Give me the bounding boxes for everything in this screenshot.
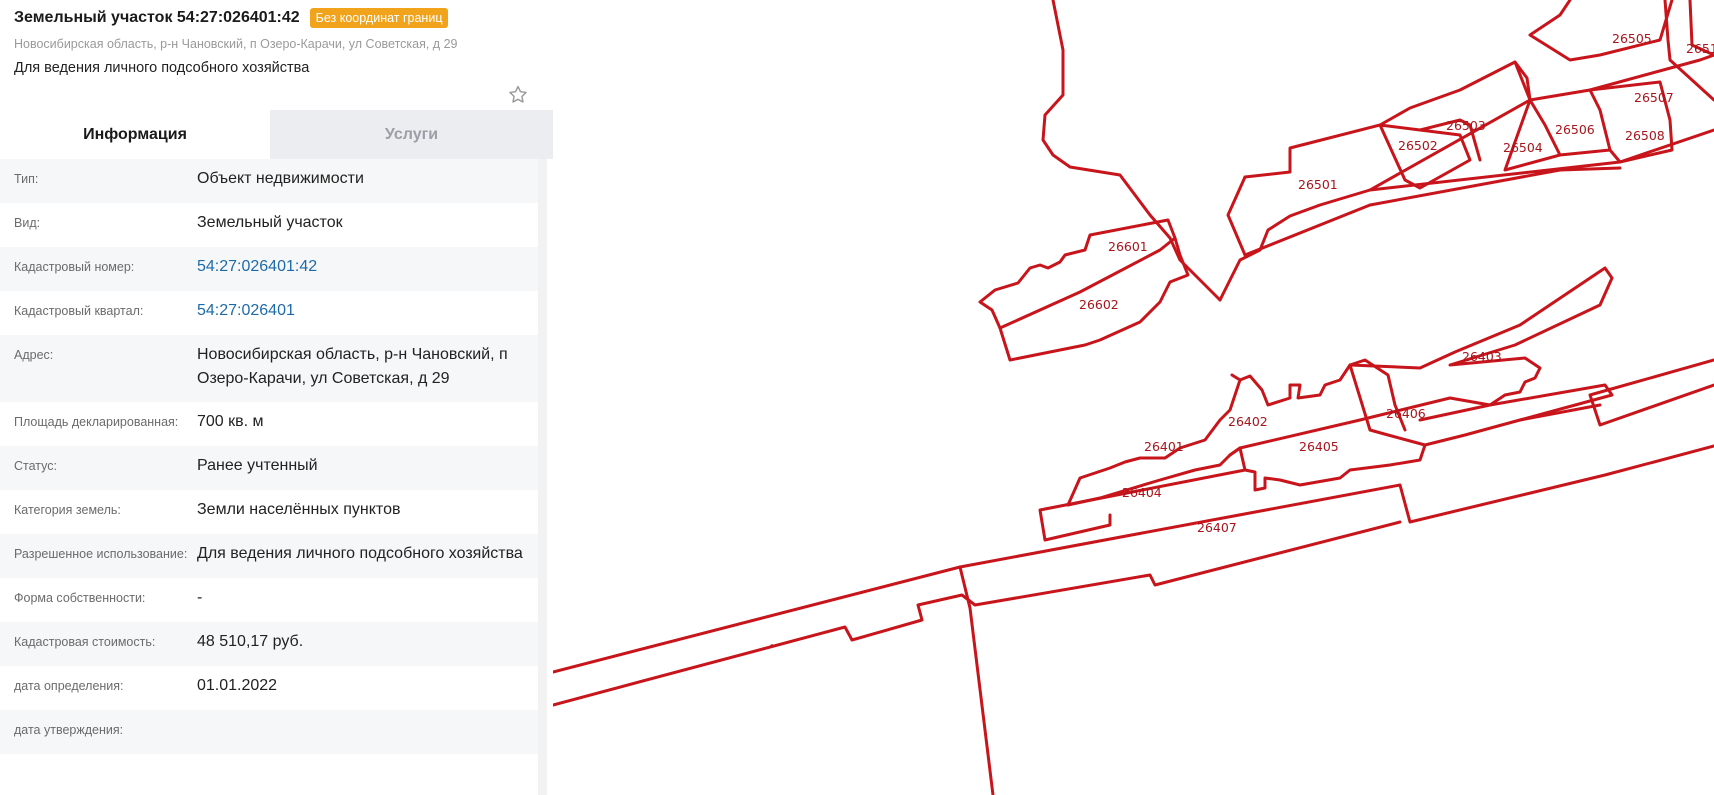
star-outline-icon[interactable] [507, 84, 529, 106]
info-label: Кадастровая стоимость: [14, 635, 156, 649]
info-value: Объект недвижимости [197, 170, 364, 187]
cadastral-map[interactable]: 26505 2651 26507 26503 26502 26504 26506… [553, 0, 1714, 795]
info-value: 01.01.2022 [197, 677, 278, 694]
info-row-kind: Вид: Земельный участок [0, 203, 538, 247]
map-point-marker [770, 644, 774, 648]
parcel-label-26403: 26403 [1462, 349, 1502, 364]
info-label: Разрешенное использование: [14, 547, 188, 561]
info-row-ownership: Форма собственности: - [0, 578, 538, 622]
parcel-label-26407: 26407 [1197, 520, 1237, 535]
parcel-label-26504: 26504 [1503, 140, 1543, 155]
no-boundaries-badge: Без координат границ [309, 8, 449, 28]
info-label: Кадастровый номер: [14, 260, 135, 274]
cadastral-number-link[interactable]: 54:27:026401:42 [197, 255, 538, 280]
parcel-title: Земельный участок 54:27:026401:42 [14, 9, 300, 26]
info-label: Категория земель: [14, 503, 121, 517]
info-label: Адрес: [14, 348, 54, 362]
parcel-address-short: Новосибирская область, р-н Чановский, п … [14, 37, 458, 51]
info-label: дата определения: [14, 679, 124, 693]
info-value: 48 510,17 руб. [197, 633, 304, 650]
parcel-label-26602: 26602 [1079, 297, 1119, 312]
info-label: Вид: [14, 216, 41, 230]
parcel-label-26406: 26406 [1386, 406, 1426, 421]
parcel-label-26601: 26601 [1108, 239, 1148, 254]
info-tabs: Информация Услуги [0, 110, 553, 159]
parcel-label-26405: 26405 [1299, 439, 1339, 454]
map-canvas[interactable]: 26505 2651 26507 26503 26502 26504 26506… [553, 0, 1714, 795]
parcel-label-26503: 26503 [1446, 118, 1486, 133]
info-label: дата утверждения: [14, 723, 124, 737]
parcel-label-26401: 26401 [1144, 439, 1184, 454]
info-value: Земельный участок [197, 214, 343, 231]
parcel-purpose: Для ведения личного подсобного хозяйства [14, 60, 310, 76]
info-row-determination-date: дата определения: 01.01.2022 [0, 666, 538, 710]
info-row-type: Тип: Объект недвижимости [0, 159, 538, 203]
info-table: Тип: Объект недвижимости Вид: Земельный … [0, 159, 538, 754]
tab-information[interactable]: Информация [0, 110, 270, 159]
info-label: Площадь декларированная: [14, 415, 179, 429]
parcel-label-26506: 26506 [1555, 122, 1595, 137]
info-value: Земли населённых пунктов [197, 501, 401, 518]
info-value: Для ведения личного подсобного хозяйства [197, 545, 523, 562]
parcel-label-26502: 26502 [1398, 138, 1438, 153]
parcel-label-26404: 26404 [1122, 485, 1162, 500]
parcel-label-26508: 26508 [1625, 128, 1665, 143]
info-row-permitted-use: Разрешенное использование: Для ведения л… [0, 534, 538, 578]
info-row-cadastral-quarter: Кадастровый квартал: 54:27:026401 [0, 291, 538, 335]
info-row-cadastral-value: Кадастровая стоимость: 48 510,17 руб. [0, 622, 538, 666]
info-row-cadastral-number: Кадастровый номер: 54:27:026401:42 [0, 247, 538, 291]
info-row-status: Статус: Ранее учтенный [0, 446, 538, 490]
parcel-label-26402: 26402 [1228, 414, 1268, 429]
info-value: 700 кв. м [197, 413, 264, 430]
parcel-info-panel: Земельный участок 54:27:026401:42 Без ко… [0, 0, 553, 795]
info-value: Ранее учтенный [197, 457, 318, 474]
parcel-label-26507: 26507 [1634, 90, 1674, 105]
info-label: Тип: [14, 172, 39, 186]
info-label: Кадастровый квартал: [14, 304, 144, 318]
info-row-address: Адрес: Новосибирская область, р-н Чановс… [0, 335, 538, 402]
parcel-label-26505: 26505 [1612, 31, 1652, 46]
parcel-header: Земельный участок 54:27:026401:42 Без ко… [0, 0, 553, 110]
info-value: Новосибирская область, р-н Чановский, п … [197, 346, 508, 387]
info-label: Статус: [14, 459, 57, 473]
info-row-area: Площадь декларированная: 700 кв. м [0, 402, 538, 446]
info-value [197, 718, 538, 743]
info-label: Форма собственности: [14, 591, 146, 605]
info-value: - [197, 589, 203, 606]
parcel-label-2651: 2651 [1686, 41, 1714, 56]
tab-services[interactable]: Услуги [270, 110, 553, 159]
info-row-land-category: Категория земель: Земли населённых пункт… [0, 490, 538, 534]
info-row-approval-date: дата утверждения: [0, 710, 538, 754]
info-scrollbar[interactable] [538, 159, 547, 795]
parcel-label-26501: 26501 [1298, 177, 1338, 192]
cadastral-quarter-link[interactable]: 54:27:026401 [197, 299, 538, 324]
